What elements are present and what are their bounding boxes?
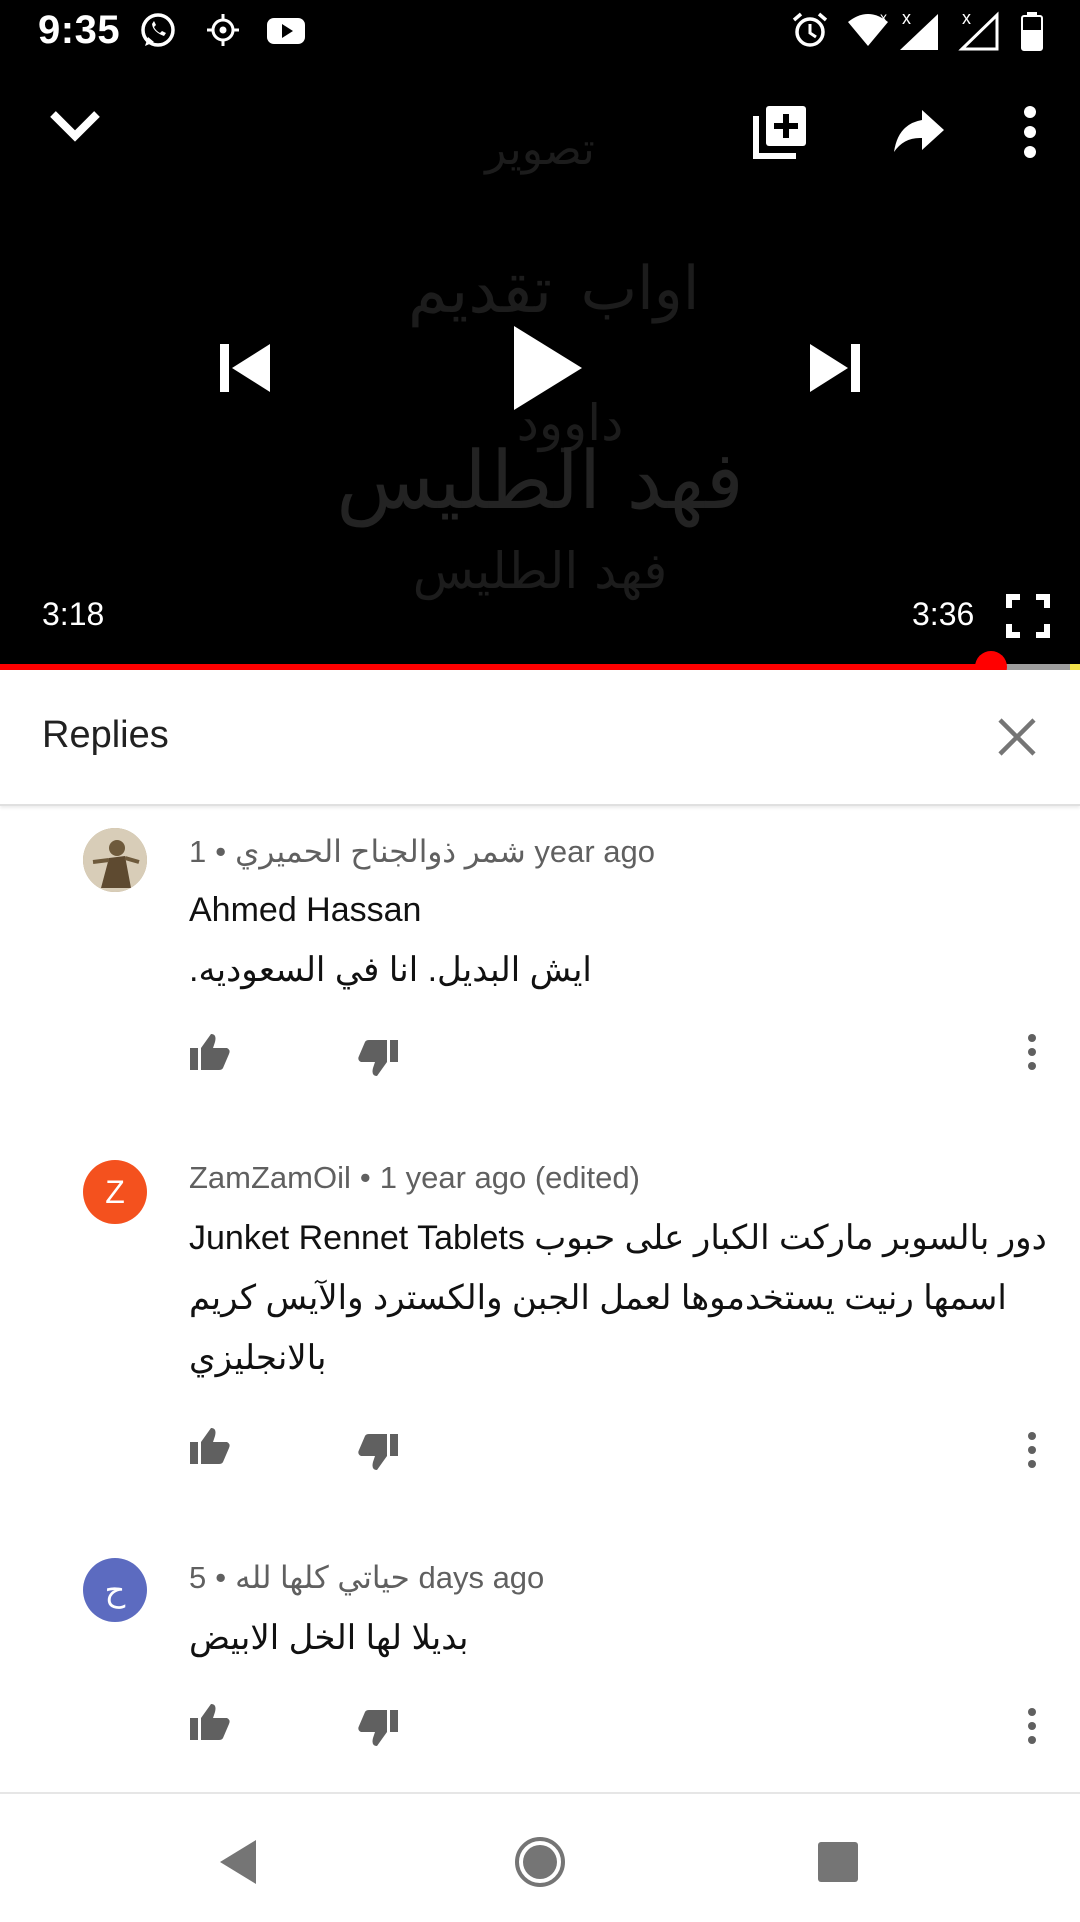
dislike-icon[interactable] xyxy=(357,1038,399,1083)
more-options-icon[interactable] xyxy=(1024,1032,1040,1077)
mention-text[interactable]: Ahmed Hassan xyxy=(189,880,1039,940)
wifi-icon: x xyxy=(846,9,890,55)
like-icon[interactable] xyxy=(189,1702,231,1747)
timestamp: 1 year ago (edited) xyxy=(379,1160,640,1195)
video-background-text: فهد الطليس xyxy=(412,542,668,600)
comment-body: بديلا لها الخل الابيض xyxy=(189,1619,469,1657)
comment-body-english: Junket Rennet Tablets xyxy=(189,1219,525,1257)
comment-body: بالانجليزي xyxy=(189,1339,327,1377)
location-icon xyxy=(203,10,243,55)
reply-meta: ZamZamOil • 1 year ago (edited) xyxy=(189,1160,640,1195)
share-icon[interactable] xyxy=(892,108,946,159)
reply-text: Junket Rennet Tablets دور بالسوبر ماركت … xyxy=(189,1208,1047,1388)
more-options-icon[interactable] xyxy=(1024,1430,1040,1475)
reply-meta: حياتي كلها لله•5 days ago xyxy=(189,1560,545,1595)
youtube-icon xyxy=(265,10,307,55)
replies-title: Replies xyxy=(42,714,169,756)
recents-icon[interactable] xyxy=(816,1840,860,1889)
svg-text:x: x xyxy=(902,10,911,28)
next-icon[interactable] xyxy=(808,340,862,401)
home-icon[interactable] xyxy=(514,1836,566,1893)
close-icon[interactable] xyxy=(994,714,1040,760)
dislike-icon[interactable] xyxy=(357,1432,399,1477)
previous-icon[interactable] xyxy=(218,340,272,401)
status-bar: 9:35 x x x xyxy=(0,0,1080,64)
video-background-text: تقديم xyxy=(407,254,553,328)
add-to-playlist-icon[interactable] xyxy=(752,104,808,165)
signal-icon: x xyxy=(958,8,1002,57)
fullscreen-icon[interactable] xyxy=(1006,594,1050,643)
play-icon[interactable] xyxy=(510,322,586,419)
back-icon[interactable] xyxy=(216,1838,260,1891)
navigation-bar xyxy=(0,1792,1080,1922)
whatsapp-icon xyxy=(138,10,178,55)
dislike-icon[interactable] xyxy=(357,1708,399,1753)
total-duration: 3:36 xyxy=(912,596,975,632)
author-name[interactable]: شمر ذوالجناح الحميري xyxy=(235,834,526,869)
signal-icon: x xyxy=(898,8,942,57)
reply-meta: شمر ذوالجناح الحميري•1 year ago xyxy=(189,834,655,869)
reply-text: بديلا لها الخل الابيض xyxy=(189,1608,1039,1668)
comment-body: دور بالسوبر ماركت الكبار على حبوب xyxy=(534,1219,1047,1257)
like-icon[interactable] xyxy=(189,1032,231,1077)
avatar[interactable]: Z xyxy=(83,1160,147,1224)
battery-icon xyxy=(1020,10,1044,57)
author-name[interactable]: ZamZamOil xyxy=(189,1160,351,1195)
more-options-icon[interactable] xyxy=(1024,1706,1040,1751)
avatar[interactable]: ح xyxy=(83,1558,147,1622)
replies-header: Replies xyxy=(0,670,1080,806)
more-options-icon[interactable] xyxy=(1020,104,1040,165)
elapsed-time: 3:18 xyxy=(42,596,105,632)
svg-text:x: x xyxy=(880,10,887,25)
video-background-text: فهد الطليس xyxy=(336,434,744,527)
reply-text: Ahmed Hassan ايش البديل. انا في السعوديه… xyxy=(189,880,1039,1000)
alarm-icon xyxy=(790,10,830,55)
comment-body: ايش البديل. انا في السعوديه. xyxy=(189,951,592,989)
video-player[interactable]: تصوير اواب تقديم داوود فهد الطليس فهد ال… xyxy=(0,64,1080,668)
svg-text:x: x xyxy=(962,10,971,28)
status-time: 9:35 xyxy=(38,8,121,52)
like-icon[interactable] xyxy=(189,1426,231,1471)
avatar[interactable] xyxy=(83,828,147,892)
author-name[interactable]: حياتي كلها لله xyxy=(235,1560,410,1595)
minimize-icon[interactable] xyxy=(48,106,102,151)
comment-body: اسمها رنيت يستخدموها لعمل الجبن والكسترد… xyxy=(189,1279,1007,1317)
